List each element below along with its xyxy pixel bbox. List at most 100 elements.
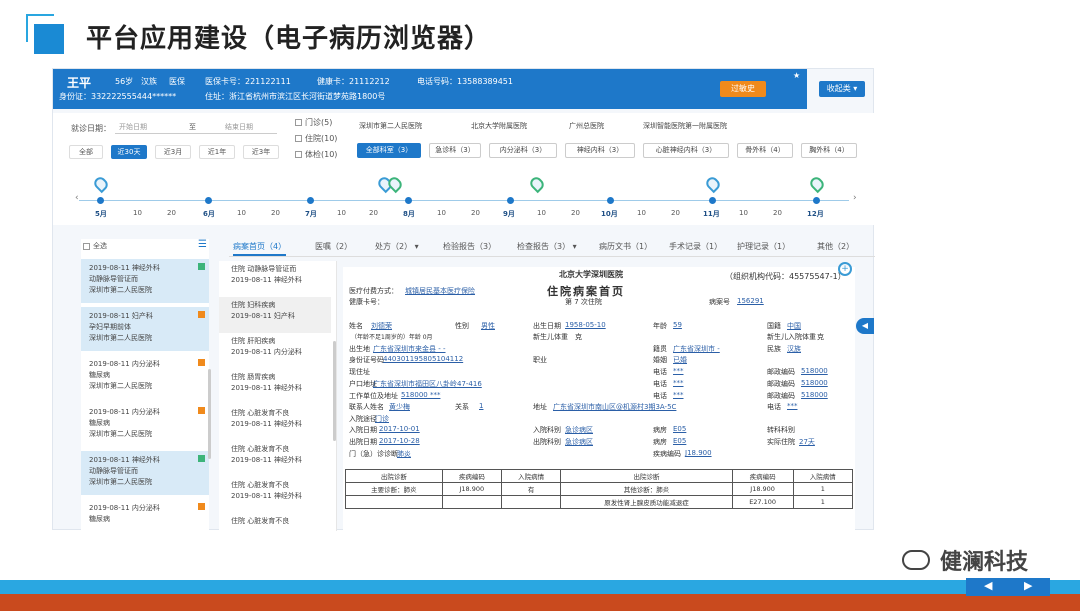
visit-item[interactable]: 2019-08-11 神经外科 动静脉导管证而 深圳市第二人民医院 <box>81 259 209 303</box>
range-all[interactable]: 全部 <box>69 145 103 159</box>
month-label: 9月 <box>503 210 515 218</box>
pin-icon[interactable]: ★ <box>793 71 805 81</box>
field-label: 邮政编码 <box>767 368 795 376</box>
hospital-2[interactable]: 北京大学附属医院 <box>471 121 527 131</box>
month-label: 12月 <box>807 210 824 218</box>
timeline-dot[interactable] <box>205 197 212 204</box>
dept-cardio-neuro[interactable]: 心脏神经内科（3） <box>643 143 729 158</box>
zoom-in-icon[interactable]: + <box>838 262 852 276</box>
record-list-scrollbar[interactable] <box>333 341 336 441</box>
record-item[interactable]: 住院 心脏发育不良 <box>219 513 331 531</box>
dept-neurology[interactable]: 神经内科（3） <box>565 143 635 158</box>
timeline-dot[interactable] <box>97 197 104 204</box>
visit-item[interactable]: 2019-08-11 内分泌科 糖尿病 <box>81 499 209 531</box>
field-label: 工作单位及地址 <box>349 392 398 400</box>
visit-item[interactable]: 2019-08-11 妇产科 孕妇早期前体 深圳市第二人民医院 <box>81 307 209 351</box>
hospital-4[interactable]: 深圳智能医院第一附属医院 <box>643 121 727 131</box>
record-item[interactable]: 住院 心脏发育不良 2019-08-11 神经外科 <box>219 405 331 441</box>
month-label: 8月 <box>403 210 415 218</box>
admit-time-label: 入院日期 <box>349 426 377 434</box>
allergy-button[interactable]: 过敏史 <box>720 81 766 97</box>
timeline-dot[interactable] <box>607 197 614 204</box>
field-label: 姓名 <box>349 322 363 330</box>
record-item[interactable]: 住院 肠胃疾病 2019-08-11 神经外科 <box>219 369 331 405</box>
discharge-time-label: 出院日期 <box>349 438 377 446</box>
table-header-row: 出院诊断 疾病编码 入院病情 出院诊断 疾病编码 入院病情 <box>345 469 854 483</box>
status-icon <box>198 359 205 366</box>
admit-dept: 急诊病区 <box>565 426 593 434</box>
list-menu-icon[interactable]: ☰ <box>198 239 207 250</box>
dept-orthopedic[interactable]: 骨外科（4） <box>737 143 793 158</box>
hospital-3[interactable]: 广州总医院 <box>569 121 604 131</box>
type-outpatient[interactable]: 门诊(5) <box>295 117 332 128</box>
visit-sidebar: 全选 ☰ 2019-08-11 神经外科 动静脉导管证而 深圳市第二人民医院 201… <box>81 239 209 531</box>
visit-item[interactable]: 2019-08-11 内分泌科 糖尿病 深圳市第二人民医院 <box>81 403 209 447</box>
prev-slide-icon[interactable]: ◀ <box>984 579 992 592</box>
tab-first-page[interactable]: 病案首页（4） <box>233 241 287 256</box>
record-item[interactable]: 住院 心脏发育不良 2019-08-11 神经外科 <box>219 477 331 513</box>
tab-nursing[interactable]: 护理记录（1） <box>737 241 790 252</box>
start-date-input[interactable]: 开始日期 <box>119 122 147 132</box>
sidebar-header: 全选 ☰ <box>81 239 209 255</box>
field-label: 关系 <box>455 403 469 411</box>
case-no-label: 病案号 <box>709 298 730 306</box>
field-label: 年龄 <box>653 322 667 330</box>
tab-surgery[interactable]: 手术记录（1） <box>669 241 722 252</box>
select-all-checkbox[interactable]: 全选 <box>83 241 107 251</box>
timeline-prev-icon[interactable]: ‹ <box>75 193 79 203</box>
end-date-input[interactable]: 结束日期 <box>225 122 253 132</box>
timeline-dot[interactable] <box>507 197 514 204</box>
type-inpatient[interactable]: 住院(10) <box>295 133 337 144</box>
dept-thoracic[interactable]: 胸外科（4） <box>801 143 857 158</box>
record-item[interactable]: 住院 心脏发育不良 2019-08-11 神经外科 <box>219 441 331 477</box>
visit-item[interactable]: 2019-08-11 内分泌科 糖尿病 深圳市第二人民医院 <box>81 355 209 399</box>
table-cell: 1 <box>792 482 854 496</box>
dept-endocrine[interactable]: 内分泌科（3） <box>489 143 557 158</box>
timeline-next-icon[interactable]: › <box>853 193 857 203</box>
tab-prescription[interactable]: 处方（2） ▾ <box>375 241 419 252</box>
tab-documents[interactable]: 病历文书（1） <box>599 241 652 252</box>
collapse-button[interactable]: 收起类 ▾ <box>819 81 865 97</box>
transfer-label: 转科科别 <box>767 426 795 434</box>
patient-header: 王平 56岁 汉族 医保 医保卡号：221122111 健康卡：21112212… <box>53 69 807 109</box>
timeline-dot[interactable] <box>307 197 314 204</box>
field-label: 出生日期 <box>533 322 561 330</box>
field-value: *** <box>673 367 684 375</box>
patient-insurance: 医保 <box>169 77 185 86</box>
record-item[interactable]: 住院 妇科疾病 2019-08-11 妇产科 <box>219 297 331 333</box>
type-checkup[interactable]: 体检(10) <box>295 149 337 160</box>
dept-all[interactable]: 全部科室（3） <box>357 143 421 158</box>
record-tabs: 病案首页（4） 医嘱（2） 处方（2） ▾ 检验报告（3） 检查报告（3） ▾ … <box>229 241 875 257</box>
tab-lab-report[interactable]: 检验报告（3） <box>443 241 496 252</box>
timeline-dot[interactable] <box>813 197 820 204</box>
field-value: 已婚 <box>673 356 687 364</box>
record-item[interactable]: 住院 动静脉导管证而 2019-08-11 神经外科 <box>219 261 331 297</box>
range-30d[interactable]: 近30天 <box>111 145 147 159</box>
table-cell: E27.100 <box>731 495 794 509</box>
tab-orders[interactable]: 医嘱（2） <box>315 241 352 252</box>
field-label: 籍贯 <box>653 345 667 353</box>
dept-emergency[interactable]: 急诊科（3） <box>429 143 481 158</box>
range-1y[interactable]: 近1年 <box>199 145 235 159</box>
hospital-1[interactable]: 深圳市第二人民医院 <box>359 121 422 131</box>
wechat-icon <box>902 550 930 570</box>
sidebar-scrollbar[interactable] <box>208 369 211 459</box>
field-value: 克 <box>575 333 582 341</box>
visit-count: 第 7 次住院 <box>565 298 602 306</box>
field-value: 汉族 <box>787 345 801 353</box>
range-3y[interactable]: 近3年 <box>243 145 279 159</box>
visit-item[interactable]: 2019-08-11 神经外科 动静脉导管证而 深圳市第二人民医院 <box>81 451 209 495</box>
next-slide-icon[interactable]: ▶ <box>1024 579 1032 592</box>
timeline-dot[interactable] <box>709 197 716 204</box>
tab-other[interactable]: 其他（2） <box>817 241 854 252</box>
timeline-dot[interactable] <box>405 197 412 204</box>
ward: E05 <box>673 437 687 445</box>
column-header: 疾病编码 <box>441 469 502 483</box>
date-range-input[interactable]: 开始日期 至 结束日期 <box>115 121 277 134</box>
range-3m[interactable]: 近3月 <box>155 145 191 159</box>
side-panel-toggle-icon[interactable]: ◀ <box>856 318 874 334</box>
record-item[interactable]: 住院 肝阳疾病 2019-08-11 内分泌科 <box>219 333 331 369</box>
field-value: 518000 <box>801 379 828 387</box>
field-label: 邮政编码 <box>767 380 795 388</box>
tab-exam-report[interactable]: 检查报告（3） ▾ <box>517 241 577 252</box>
